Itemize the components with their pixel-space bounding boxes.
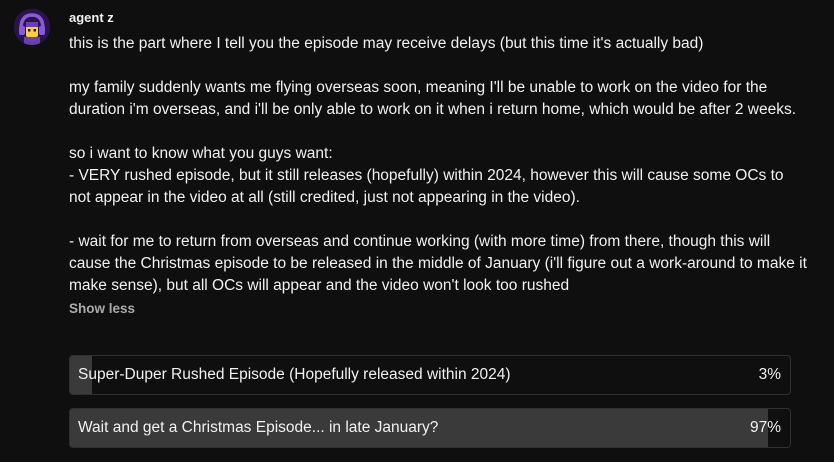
community-post: agent z this is the part where I tell yo… bbox=[69, 10, 809, 318]
poll-option-label: Wait and get a Christmas Episode... in l… bbox=[78, 419, 439, 436]
post-body: this is the part where I tell you the ep… bbox=[69, 33, 809, 297]
author-avatar[interactable] bbox=[14, 9, 50, 45]
author-name[interactable]: agent z bbox=[69, 10, 809, 26]
poll-option-percent: 3% bbox=[758, 366, 781, 383]
post-paragraph-3: so i want to know what you guys want: - … bbox=[69, 145, 784, 206]
poll-option-percent: 97% bbox=[749, 419, 781, 436]
post-paragraph-2: my family suddenly wants me flying overs… bbox=[69, 79, 797, 118]
poll-option-label: Super-Duper Rushed Episode (Hopefully re… bbox=[78, 366, 511, 383]
poll-option-wait[interactable]: Wait and get a Christmas Episode... in l… bbox=[69, 408, 791, 448]
headphones-character-avatar-icon bbox=[14, 9, 50, 45]
post-paragraph-4: - wait for me to return from overseas an… bbox=[69, 233, 812, 294]
poll: Super-Duper Rushed Episode (Hopefully re… bbox=[69, 355, 791, 461]
show-less-button[interactable]: Show less bbox=[69, 300, 135, 318]
post-paragraph-1: this is the part where I tell you the ep… bbox=[69, 35, 704, 52]
poll-option-rushed[interactable]: Super-Duper Rushed Episode (Hopefully re… bbox=[69, 355, 791, 395]
